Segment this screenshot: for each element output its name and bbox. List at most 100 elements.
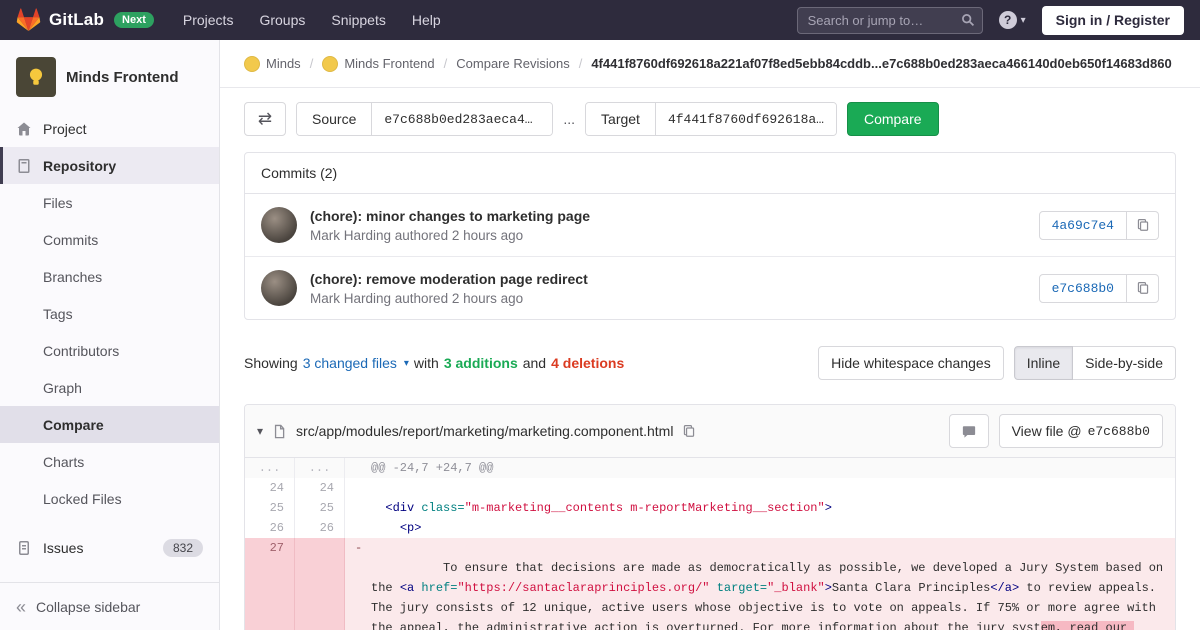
compare-button[interactable]: Compare — [847, 102, 939, 136]
source-revision-input[interactable] — [372, 103, 552, 135]
view-file-button[interactable]: View file @ e7c688b0 — [999, 414, 1163, 448]
breadcrumb-section[interactable]: Compare Revisions — [456, 56, 569, 71]
commits-panel-title: Commits (2) — [245, 153, 1175, 194]
sidebar-item-project[interactable]: Project — [0, 110, 219, 147]
sidebar-item-label: Issues — [43, 540, 83, 556]
diff-line-context: 24 24 — [245, 478, 1175, 498]
new-line-number[interactable] — [295, 538, 345, 630]
commit-title-link[interactable]: (chore): remove moderation page redirect — [310, 271, 1026, 287]
commit-sha-link[interactable]: 4a69c7e4 — [1039, 211, 1127, 240]
sub-item-label: Files — [43, 195, 73, 211]
caret-down-icon: ▾ — [404, 358, 409, 369]
revision-range-dots: ... — [563, 111, 575, 127]
sidebar-item-files[interactable]: Files — [0, 184, 219, 221]
old-line-number[interactable]: 26 — [245, 518, 295, 538]
breadcrumb: Minds / Minds Frontend / Compare Revisio… — [220, 40, 1200, 88]
breadcrumb-project-label: Minds Frontend — [344, 56, 434, 71]
copy-icon — [1136, 218, 1150, 232]
sign-in-button[interactable]: Sign in / Register — [1042, 6, 1184, 35]
nav-link-snippets[interactable]: Snippets — [318, 0, 398, 40]
target-label: Target — [586, 103, 656, 135]
target-revision-input[interactable] — [656, 103, 836, 135]
old-line-number[interactable]: 25 — [245, 498, 295, 518]
target-revision-group: Target — [585, 102, 837, 136]
copy-path-icon[interactable] — [682, 424, 696, 438]
toggle-comments-button[interactable] — [949, 414, 989, 448]
breadcrumb-group[interactable]: Minds — [244, 56, 301, 72]
diff-view-toggle: Inline Side-by-side — [1014, 346, 1176, 380]
nav-link-help[interactable]: Help — [399, 0, 454, 40]
avatar — [261, 207, 297, 243]
commit-sha-group: e7c688b0 — [1039, 274, 1159, 303]
breadcrumb-section-label: Compare Revisions — [456, 56, 569, 71]
commit-meta: Mark Harding authored 2 hours ago — [310, 228, 1026, 243]
repository-icon — [16, 158, 32, 174]
nav-link-projects[interactable]: Projects — [170, 0, 247, 40]
view-file-label: View file @ — [1012, 423, 1082, 439]
collapse-sidebar-button[interactable]: « Collapse sidebar — [0, 582, 219, 630]
gitlab-logo[interactable]: GitLab Next — [16, 8, 154, 32]
diff-table: ... ... @@ -24,7 +24,7 @@ 24 24 25 25 <d… — [245, 458, 1175, 630]
sidebar-item-charts[interactable]: Charts — [0, 443, 219, 480]
commit-sha-link[interactable]: e7c688b0 — [1039, 274, 1127, 303]
diff-line-context: 26 26 <p> — [245, 518, 1175, 538]
breadcrumb-group-label: Minds — [266, 56, 301, 71]
project-context-header[interactable]: Minds Frontend — [0, 40, 219, 110]
breadcrumb-project[interactable]: Minds Frontend — [322, 56, 434, 72]
issues-count-badge: 832 — [163, 539, 203, 557]
help-dropdown[interactable]: ? ▾ — [999, 11, 1026, 29]
code-line: <div class="m-marketing__contents m-repo… — [345, 498, 1175, 518]
sidebar-project-title: Minds Frontend — [66, 69, 179, 86]
sidebar-item-branches[interactable]: Branches — [0, 258, 219, 295]
new-line-number: ... — [295, 458, 345, 478]
swap-revisions-button[interactable]: ⇄ — [244, 102, 286, 136]
sidebar-item-commits[interactable]: Commits — [0, 221, 219, 258]
sidebar-item-graph[interactable]: Graph — [0, 369, 219, 406]
breadcrumb-current-sha-range: 4f441f8760df692618a221af07f8ed5ebb84cddb… — [591, 56, 1171, 71]
sidebar-item-contributors[interactable]: Contributors — [0, 332, 219, 369]
hide-whitespace-button[interactable]: Hide whitespace changes — [818, 346, 1004, 380]
copy-sha-button[interactable] — [1127, 274, 1159, 303]
commit-row: (chore): minor changes to marketing page… — [245, 194, 1175, 256]
with-label: with — [414, 355, 439, 371]
new-line-number[interactable]: 26 — [295, 518, 345, 538]
tanuki-icon — [16, 8, 41, 32]
showing-label: Showing — [244, 355, 298, 371]
sub-item-label: Compare — [43, 417, 104, 433]
new-line-number[interactable]: 25 — [295, 498, 345, 518]
sidebar-item-tags[interactable]: Tags — [0, 295, 219, 332]
deletion-marker: - — [355, 538, 362, 558]
home-icon — [16, 121, 32, 137]
new-line-number[interactable]: 24 — [295, 478, 345, 498]
sidebar-item-label: Project — [43, 121, 87, 137]
inline-view-button[interactable]: Inline — [1014, 346, 1073, 380]
changed-files-dropdown[interactable]: 3 changed files — [303, 355, 397, 371]
source-revision-group: Source — [296, 102, 553, 136]
diff-summary-bar: Showing 3 changed files ▾ with 3 additio… — [220, 320, 1200, 380]
collapse-diff-caret[interactable]: ▾ — [257, 424, 263, 438]
chevron-down-icon: ▾ — [1021, 15, 1026, 26]
breadcrumb-separator: / — [444, 56, 448, 71]
sub-item-label: Graph — [43, 380, 82, 396]
sidebar-item-compare[interactable]: Compare — [0, 406, 219, 443]
old-line-number: ... — [245, 458, 295, 478]
nav-link-groups[interactable]: Groups — [246, 0, 318, 40]
global-search[interactable] — [797, 7, 983, 34]
copy-sha-button[interactable] — [1127, 211, 1159, 240]
sidebar-item-locked-files[interactable]: Locked Files — [0, 480, 219, 517]
old-line-number[interactable]: 27 — [245, 538, 295, 630]
sidebar-item-issues[interactable]: Issues 832 — [0, 529, 219, 566]
sidebar-item-repository[interactable]: Repository — [0, 147, 219, 184]
sidebar-item-label: Repository — [43, 158, 116, 174]
side-by-side-view-button[interactable]: Side-by-side — [1073, 346, 1176, 380]
search-input[interactable] — [798, 13, 982, 28]
next-badge: Next — [114, 12, 154, 28]
code-line — [345, 478, 1175, 498]
lightbulb-icon — [25, 66, 47, 88]
diff-file-panel: ▾ src/app/modules/report/marketing/marke… — [244, 404, 1176, 630]
question-icon: ? — [999, 11, 1017, 29]
commit-title-link[interactable]: (chore): minor changes to marketing page — [310, 208, 1026, 224]
old-line-number[interactable]: 24 — [245, 478, 295, 498]
sub-item-label: Contributors — [43, 343, 119, 359]
search-icon — [961, 13, 975, 30]
